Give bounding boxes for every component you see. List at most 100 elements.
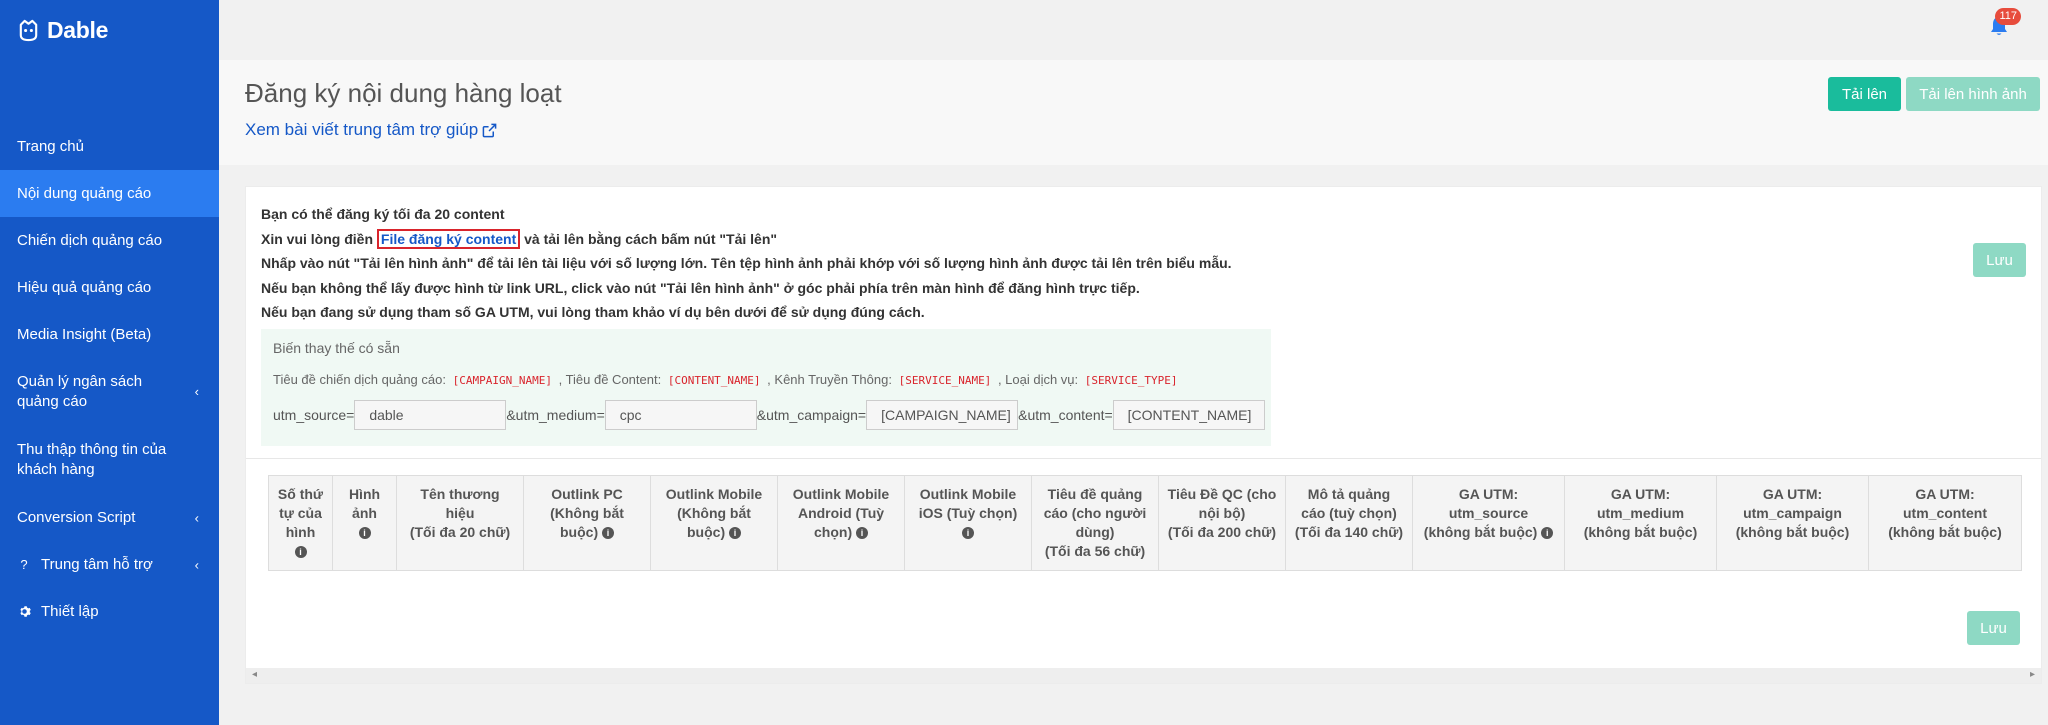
- sidebar-item-label: Media Insight (Beta): [17, 326, 152, 343]
- variables-list: Tiêu đề chiến dịch quảng cáo: [CAMPAIGN_…: [273, 372, 1181, 387]
- replacement-variables-box: Biến thay thế có sẵn Tiêu đề chiến dịch …: [261, 329, 1271, 446]
- sidebar-item-campaigns[interactable]: Chiến dịch quảng cáo: [0, 217, 219, 264]
- instruction-line: Nếu bạn không thể lấy được hình từ link …: [261, 279, 1140, 296]
- sidebar-item-label: Quản lý ngân sách quảng cáo: [17, 373, 143, 410]
- utm-campaign-label: &utm_campaign=: [756, 407, 867, 423]
- upload-button[interactable]: Tải lên: [1828, 77, 1901, 111]
- column-header: Mô tả quảng cáo (tuỳ chọn) (Tối đa 140 c…: [1286, 476, 1413, 570]
- instruction-text: và tải lên bằng cách bấm nút "Tải lên": [524, 230, 778, 247]
- utm-source-field[interactable]: dable: [354, 400, 507, 430]
- sidebar-item-media-insight[interactable]: Media Insight (Beta): [0, 311, 219, 358]
- content-file-link[interactable]: File đăng ký content: [376, 228, 521, 249]
- header-line: utm_campaign: [1743, 505, 1842, 521]
- topbar: 117: [219, 0, 2048, 60]
- column-header: GA UTM: utm_campaign (không bắt buộc): [1717, 476, 1869, 570]
- notification-badge: 117: [1995, 8, 2021, 25]
- info-icon[interactable]: i: [856, 527, 868, 540]
- utm-content-label: &utm_content=: [1018, 407, 1113, 423]
- sidebar-item-performance[interactable]: Hiệu quả quảng cáo: [0, 264, 219, 311]
- sidebar-item-customer-info[interactable]: Thu thập thông tin của khách hàng: [0, 426, 219, 494]
- utm-medium-label: &utm_medium=: [506, 407, 605, 423]
- info-icon[interactable]: i: [358, 527, 371, 540]
- header-line: (Tối đa 200 chữ): [1167, 524, 1277, 540]
- utm-content-field[interactable]: [CONTENT_NAME]: [1112, 400, 1265, 430]
- instruction-line: Xin vui lòng điền File đăng ký content v…: [261, 227, 1232, 252]
- utm-source-label: utm_source=: [273, 407, 355, 423]
- header-line: GA UTM:: [1458, 486, 1519, 502]
- variables-title: Biến thay thế có sẵn: [273, 340, 400, 356]
- header-line: (không bắt buộc): [1583, 524, 1698, 540]
- section-divider: [246, 458, 2041, 459]
- chevron-left-icon: ‹: [194, 510, 199, 525]
- utm-medium-field[interactable]: cpc: [604, 400, 757, 430]
- header-line: cáo (tuỳ chọn): [1301, 505, 1397, 521]
- scroll-right-icon[interactable]: ▸: [2030, 669, 2035, 680]
- sidebar-nav: Trang chủ Nội dung quảng cáo Chiến dịch …: [0, 123, 219, 635]
- header-line: buộc): [560, 524, 599, 540]
- chevron-left-icon: ‹: [194, 384, 199, 399]
- info-icon[interactable]: i: [294, 546, 307, 559]
- sidebar-item-home[interactable]: Trang chủ: [0, 123, 219, 170]
- variable-code: [SERVICE_TYPE]: [1084, 374, 1178, 387]
- save-button-top[interactable]: Lưu: [1973, 243, 2026, 277]
- horizontal-scrollbar[interactable]: ◂ ▸: [246, 668, 2041, 683]
- header-line: hình: [285, 524, 316, 540]
- external-link-icon: [482, 123, 497, 137]
- sidebar-item-ad-content[interactable]: Nội dung quảng cáo: [0, 170, 219, 217]
- sidebar-item-label: Trung tâm hỗ trợ: [41, 556, 153, 573]
- header-line: tự của: [279, 505, 322, 521]
- variable-code: [CAMPAIGN_NAME]: [452, 374, 552, 387]
- variable-code: [CONTENT_NAME]: [667, 374, 761, 387]
- column-header: Tên thương hiệu (Tối đa 20 chữ): [397, 476, 524, 570]
- scroll-left-icon[interactable]: ◂: [252, 669, 257, 680]
- save-button-bottom[interactable]: Lưu: [1967, 611, 2020, 645]
- sidebar-item-conversion-script[interactable]: Conversion Script ‹: [0, 494, 219, 541]
- brand-name: Dable: [47, 16, 109, 43]
- column-header: GA UTM: utm_medium (không bắt buộc): [1565, 476, 1717, 570]
- upload-image-button[interactable]: Tải lên hình ảnh: [1906, 77, 2040, 111]
- sidebar-item-label: Thu thập thông tin của khách hàng: [17, 441, 167, 478]
- column-header: Outlink PC (Không bắt buộc) i: [524, 476, 651, 570]
- header-line: Outlink Mobile: [792, 486, 890, 502]
- sidebar-item-label: Hiệu quả quảng cáo: [17, 279, 152, 296]
- column-header: Outlink Mobile iOS (Tuỳ chọn) i: [905, 476, 1032, 570]
- header-line: utm_content: [1903, 505, 1987, 521]
- column-header: Tiêu Đề QC (cho nội bộ) (Tối đa 200 chữ): [1159, 476, 1286, 570]
- header-line: chọn): [814, 524, 853, 540]
- dable-logo[interactable]: Dable: [16, 16, 108, 44]
- help-center-link[interactable]: Xem bài viết trung tâm trợ giúp: [245, 120, 497, 140]
- variable-label: , Kênh Truyền Thông:: [767, 372, 892, 387]
- header-line: (không bắt buộc): [1888, 524, 2002, 540]
- header-line: (Tối đa 140 chữ): [1294, 524, 1404, 540]
- question-icon: ?: [20, 557, 28, 572]
- instruction-line: Nhấp vào nút "Tải lên hình ảnh" để tải l…: [261, 255, 1232, 272]
- instruction-line: Nếu bạn đang sử dụng tham số GA UTM, vui…: [261, 304, 925, 321]
- info-icon[interactable]: i: [1541, 527, 1554, 540]
- sidebar-item-help-center[interactable]: ? Trung tâm hỗ trợ ‹: [0, 541, 219, 588]
- header-line: (Tối đa 20 chữ): [409, 524, 511, 540]
- sidebar-item-label: Trang chủ: [17, 138, 84, 155]
- info-icon[interactable]: i: [602, 527, 614, 540]
- sidebar-item-budget[interactable]: Quản lý ngân sách quảng cáo ‹: [0, 358, 219, 426]
- instructions: Bạn có thể đăng ký tối đa 20 content Xin…: [261, 202, 1232, 325]
- sidebar-item-label: Chiến dịch quảng cáo: [17, 232, 163, 249]
- header-line: iOS (Tuỳ chọn): [918, 505, 1018, 521]
- column-header: Outlink Mobile (Không bắt buộc) i: [651, 476, 778, 570]
- page-header: Đăng ký nội dung hàng loạt Xem bài viết …: [219, 60, 2048, 165]
- info-icon[interactable]: i: [962, 527, 974, 540]
- header-line: utm_medium: [1596, 505, 1685, 521]
- utm-campaign-field[interactable]: [CAMPAIGN_NAME]: [866, 400, 1019, 430]
- sidebar-item-settings[interactable]: Thiết lập: [0, 588, 219, 635]
- column-header: Tiêu đề quảng cáo (cho người dùng) (Tối …: [1032, 476, 1159, 570]
- bulk-upload-card: Bạn có thể đăng ký tối đa 20 content Xin…: [245, 186, 2042, 684]
- variable-code: [SERVICE_NAME]: [898, 374, 992, 387]
- header-line: hiệu: [445, 505, 475, 521]
- header-line: (Không bắt: [677, 505, 751, 521]
- column-header: Hình ảnh i: [333, 476, 397, 570]
- instruction-text: Xin vui lòng điền: [261, 230, 373, 247]
- info-icon[interactable]: i: [729, 527, 741, 540]
- column-header: GA UTM: utm_source (không bắt buộc) i: [1413, 476, 1565, 570]
- header-line: GA UTM:: [1762, 486, 1823, 502]
- dable-logo-icon: [19, 19, 38, 41]
- header-line: utm_source: [1448, 505, 1529, 521]
